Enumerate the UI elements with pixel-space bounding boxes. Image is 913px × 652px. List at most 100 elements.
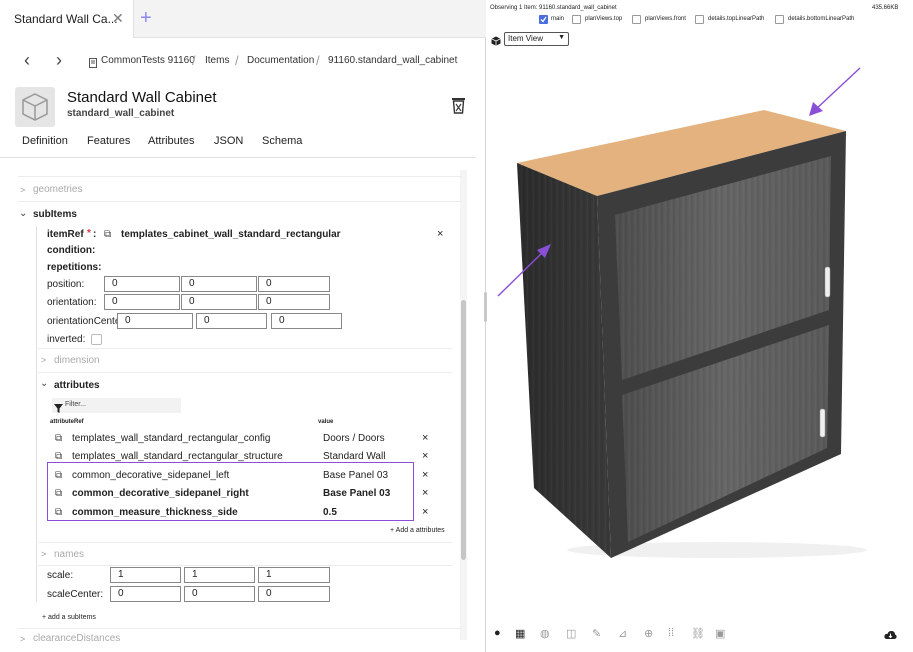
chevron-down-icon[interactable]: ⌄ <box>40 378 48 389</box>
image-icon[interactable]: ▣ <box>715 627 725 640</box>
remove-attribute-button[interactable]: × <box>422 469 428 481</box>
measure-icon[interactable]: ⊿ <box>618 627 627 640</box>
attribute-name[interactable]: common_decorative_sidepanel_left <box>72 470 229 481</box>
new-tab-button[interactable]: + <box>140 7 152 30</box>
delete-item-icon[interactable] <box>451 97 466 119</box>
remove-attribute-button[interactable]: × <box>422 450 428 462</box>
chevron-right-icon[interactable]: > <box>20 634 25 644</box>
grid-icon[interactable]: ▦ <box>515 627 525 640</box>
add-subitems-button[interactable]: + add a subItems <box>42 614 96 621</box>
external-link-icon[interactable]: ⧉ <box>55 488 62 499</box>
section-clearance-distances[interactable]: clearanceDistances <box>33 633 120 644</box>
tab-close-icon[interactable]: ✕ <box>112 10 124 27</box>
layer-plan-front-checkbox[interactable] <box>632 15 641 24</box>
itemref-value[interactable]: templates_cabinet_wall_standard_rectangu… <box>121 229 341 240</box>
section-geometries[interactable]: geometries <box>33 184 82 195</box>
scale-center-z-input[interactable]: 0 <box>258 586 330 602</box>
breadcrumb-project[interactable]: CommonTests 91160 <box>101 55 195 66</box>
attribute-value[interactable]: Base Panel 03 <box>323 488 390 499</box>
tab-schema[interactable]: Schema <box>262 135 302 147</box>
external-link-icon[interactable]: ⧉ <box>104 229 111 240</box>
external-link-icon[interactable]: ⧉ <box>55 451 62 462</box>
tab-attributes[interactable]: Attributes <box>148 135 194 147</box>
palette-icon[interactable]: ● <box>494 627 501 639</box>
position-y-input[interactable]: 0 <box>181 276 257 292</box>
cube-outline-icon[interactable]: ◫ <box>566 627 576 640</box>
attribute-value[interactable]: Standard Wall <box>323 451 385 462</box>
document-icon <box>89 55 97 73</box>
tab-features[interactable]: Features <box>87 135 130 147</box>
attribute-name[interactable]: templates_wall_standard_rectangular_stru… <box>72 451 283 462</box>
back-button[interactable]: ‹ <box>24 50 30 71</box>
scrollbar-thumb[interactable] <box>461 300 466 560</box>
layer-plan-top-checkbox[interactable] <box>572 15 581 24</box>
section-dimension[interactable]: dimension <box>54 355 100 366</box>
external-link-icon[interactable]: ⧉ <box>55 433 62 444</box>
cabinet-3d-render[interactable] <box>487 50 913 620</box>
layer-bottom-linear-path-label: details.bottomLinearPath <box>788 16 855 22</box>
remove-attribute-button[interactable]: × <box>422 432 428 444</box>
attribute-name[interactable]: templates_wall_standard_rectangular_conf… <box>72 433 270 444</box>
filter-icon <box>54 400 63 418</box>
chevron-right-icon[interactable]: > <box>20 185 25 195</box>
upper-door-handle <box>824 266 831 298</box>
attribute-value[interactable]: Base Panel 03 <box>323 470 388 481</box>
compass-icon[interactable]: ◍ <box>540 627 550 640</box>
scale-center-x-input[interactable]: 0 <box>110 586 181 602</box>
chevron-right-icon[interactable]: > <box>41 355 46 365</box>
layer-main-checkbox[interactable] <box>539 15 548 24</box>
divider <box>18 201 462 202</box>
chevron-down-icon: ▼ <box>558 34 565 41</box>
breadcrumb-items[interactable]: Items <box>205 55 229 66</box>
orientation-center-z-input[interactable]: 0 <box>271 313 342 329</box>
orientation-center-y-input[interactable]: 0 <box>196 313 267 329</box>
orientation-y-input[interactable]: 0 <box>181 294 257 310</box>
layer-main-label: main <box>551 16 565 22</box>
orientation-z-input[interactable]: 0 <box>258 294 330 310</box>
view-mode-select[interactable]: Item View ▼ <box>504 32 569 46</box>
section-names[interactable]: names <box>54 549 84 560</box>
remove-attribute-button[interactable]: × <box>422 506 428 518</box>
cabinet-side-grain <box>517 163 611 558</box>
item-editor-panel: Standard Wall Ca... ✕ + ‹ › CommonTests … <box>0 0 486 652</box>
inverted-checkbox[interactable] <box>91 334 102 345</box>
scale-x-input[interactable]: 1 <box>110 567 181 583</box>
external-link-icon[interactable]: ⧉ <box>55 470 62 481</box>
tab-standard-wall-cabinet[interactable]: Standard Wall Ca... ✕ <box>0 0 134 38</box>
attribute-name[interactable]: common_decorative_sidepanel_right <box>72 488 249 499</box>
cloud-download-icon[interactable] <box>884 627 897 645</box>
scale-z-input[interactable]: 1 <box>258 567 330 583</box>
tab-definition[interactable]: Definition <box>22 135 68 147</box>
attribute-value[interactable]: 0.5 <box>323 507 337 518</box>
section-attributes[interactable]: attributes <box>54 380 100 391</box>
layer-plan-front-label: planViews.front <box>645 16 686 22</box>
layer-top-linear-path-checkbox[interactable] <box>695 15 704 24</box>
itemref-label: itemRef <box>47 229 84 240</box>
attributes-filter-input[interactable]: Filter... <box>52 398 181 413</box>
chevron-right-icon[interactable]: > <box>41 549 46 559</box>
orientation-x-input[interactable]: 0 <box>104 294 180 310</box>
divider <box>18 176 462 177</box>
position-z-input[interactable]: 0 <box>258 276 330 292</box>
section-subitems[interactable]: subItems <box>33 209 77 220</box>
tab-json[interactable]: JSON <box>214 135 243 147</box>
scale-y-input[interactable]: 1 <box>184 567 255 583</box>
attribute-name[interactable]: common_measure_thickness_side <box>72 507 238 518</box>
hierarchy-icon[interactable]: ⛓ <box>691 627 705 640</box>
add-attributes-button[interactable]: + Add a attributes <box>390 527 445 534</box>
breadcrumb-documentation[interactable]: Documentation <box>247 55 314 66</box>
lower-door-handle <box>819 408 826 438</box>
target-icon[interactable]: ⊕ <box>644 627 653 640</box>
chevron-down-icon[interactable]: ⌄ <box>19 208 27 219</box>
attribute-value[interactable]: Doors / Doors <box>323 433 385 444</box>
dots-grid-icon[interactable]: ⁞⁞ <box>668 627 674 639</box>
brush-icon[interactable]: ✎ <box>592 627 601 640</box>
layer-bottom-linear-path-checkbox[interactable] <box>775 15 784 24</box>
remove-subitem-button[interactable]: × <box>437 228 443 240</box>
forward-button[interactable]: › <box>56 50 62 71</box>
scale-center-y-input[interactable]: 0 <box>184 586 255 602</box>
position-x-input[interactable]: 0 <box>104 276 180 292</box>
external-link-icon[interactable]: ⧉ <box>55 507 62 518</box>
orientation-center-x-input[interactable]: 0 <box>117 313 193 329</box>
remove-attribute-button[interactable]: × <box>422 487 428 499</box>
